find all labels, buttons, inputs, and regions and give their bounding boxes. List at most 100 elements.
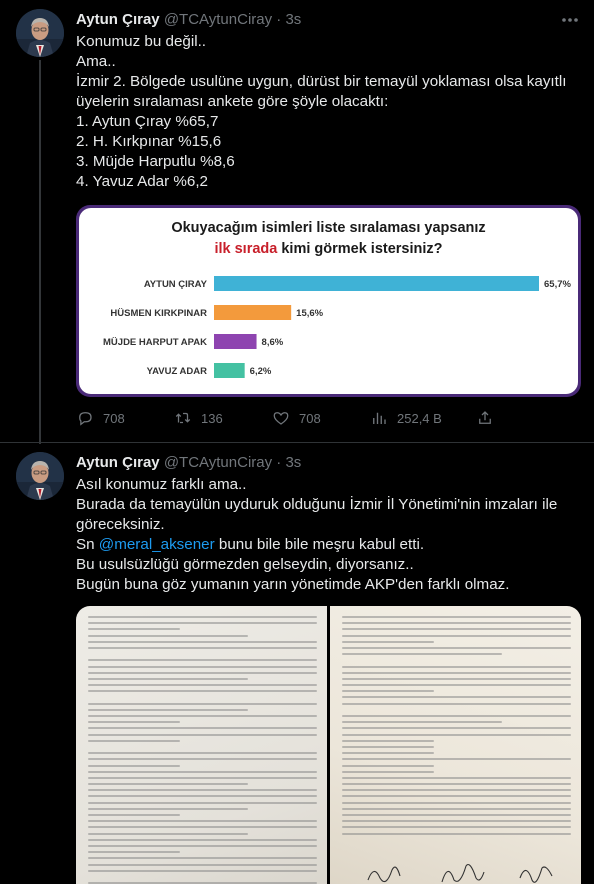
document-line	[342, 814, 571, 816]
timestamp[interactable]: 3s	[285, 11, 301, 28]
poll-chart-image[interactable]: Okuyacağım isimleri liste sıralaması yap…	[76, 205, 581, 397]
document-line	[88, 764, 180, 767]
document-line	[342, 832, 571, 835]
document-line	[88, 628, 180, 631]
document-line	[342, 677, 571, 680]
tweet-line: Sn @meral_aksener bunu bile bile meşru k…	[76, 535, 580, 555]
tweet-line: Bugün buna göz yumanın yarın yönetimde A…	[76, 576, 510, 593]
document-line	[342, 807, 571, 810]
document-line	[88, 634, 249, 637]
tweet-line: İzmir 2. Bölgede usulüne uygun, dürüst b…	[76, 73, 567, 90]
document-line	[88, 665, 317, 668]
document-line	[342, 770, 434, 773]
tweet-text: Konumuz bu değil.. Ama.. İzmir 2. Bölged…	[76, 32, 580, 192]
document-line	[88, 752, 317, 755]
tweet-line: Konumuz bu değil..	[76, 33, 207, 50]
document-line	[342, 795, 571, 798]
tweet-line: 3. Müjde Harputlu %8,6	[76, 153, 235, 170]
avatar-photo-icon	[16, 9, 64, 57]
document-line	[342, 696, 571, 699]
document-line	[342, 665, 571, 668]
document-line	[342, 752, 434, 755]
document-line	[342, 727, 571, 730]
timestamp[interactable]: 3s	[285, 454, 301, 471]
document-line	[88, 677, 249, 680]
category-label: AYTUN ÇIRAY	[144, 279, 208, 290]
document-line	[88, 844, 317, 847]
share-button[interactable]	[476, 409, 503, 427]
value-label: 15,6%	[296, 308, 323, 319]
document-line	[88, 826, 317, 829]
document-line	[88, 814, 180, 816]
value-label: 65,7%	[544, 279, 571, 290]
author-handle[interactable]: @TCAytunCiray	[164, 11, 272, 28]
like-count: 708	[299, 410, 321, 426]
document-line	[88, 659, 317, 662]
document-page-right[interactable]	[330, 606, 581, 884]
document-line	[342, 820, 571, 823]
bar	[214, 363, 245, 378]
separator-dot: ·	[276, 454, 282, 471]
mention-prefix: Sn	[76, 536, 99, 553]
document-line	[88, 727, 317, 730]
tweet-1[interactable]: Aytun Çıray @TCAytunCiray · 3s Konumuz b…	[0, 0, 594, 444]
document-line	[342, 733, 571, 736]
chart-title-rest: kimi görmek istersiniz?	[277, 241, 443, 257]
avatar[interactable]	[16, 9, 64, 57]
author-handle[interactable]: @TCAytunCiray	[164, 454, 272, 471]
document-line	[88, 646, 317, 649]
tweet-line: göreceksiniz.	[76, 516, 165, 533]
tweet-line: Asıl konumuz farklı ama..	[76, 476, 247, 493]
document-line	[88, 684, 317, 687]
document-line	[88, 616, 317, 618]
document-line	[342, 745, 434, 748]
tweet-line: Burada da temayülün uyduruk olduğunu İzm…	[76, 496, 558, 513]
document-text-lines	[342, 616, 571, 839]
document-line	[342, 690, 434, 693]
author-name[interactable]: Aytun Çıray	[76, 454, 160, 471]
heart-icon	[273, 412, 289, 425]
tweet-line: Ama..	[76, 53, 116, 70]
document-line	[342, 783, 571, 786]
more-options-icon[interactable]	[560, 12, 580, 28]
like-button[interactable]: 708	[272, 409, 321, 427]
author-name[interactable]: Aytun Çıray	[76, 11, 160, 28]
tweet-text: Asıl konumuz farklı ama.. Burada da tema…	[76, 475, 580, 595]
document-text-lines	[88, 616, 317, 884]
bar	[214, 276, 539, 291]
document-line	[342, 801, 571, 804]
document-line	[342, 739, 434, 742]
document-images[interactable]	[76, 606, 581, 884]
reply-icon	[79, 412, 92, 426]
document-line	[88, 801, 317, 804]
document-line	[342, 764, 434, 767]
document-line	[88, 863, 317, 866]
document-line	[342, 702, 571, 705]
document-line	[88, 770, 317, 773]
chart-title-line2: ilk sırada kimi görmek istersiniz?	[79, 241, 578, 257]
document-line	[88, 702, 317, 705]
document-line	[342, 776, 571, 779]
tweet-action-bar: 708 136 708 252,4 B	[76, 405, 580, 435]
signatures-graphic	[367, 863, 553, 883]
share-icon	[479, 411, 491, 424]
document-line	[88, 838, 317, 841]
reply-button[interactable]: 708	[76, 409, 125, 427]
tweet-2[interactable]: Aytun Çıray @TCAytunCiray · 3s Asıl konu…	[0, 442, 594, 884]
mention-link[interactable]: @meral_aksener	[99, 536, 215, 553]
retweet-button[interactable]: 136	[174, 409, 223, 427]
bar	[214, 334, 257, 349]
views-button[interactable]: 252,4 B	[370, 409, 442, 427]
document-line	[342, 758, 571, 761]
document-line	[88, 783, 249, 786]
document-line	[342, 653, 503, 656]
document-line	[88, 715, 317, 717]
tweet-line: 1. Aytun Çıray %65,7	[76, 113, 219, 130]
avatar[interactable]	[16, 452, 64, 500]
document-line	[88, 807, 249, 810]
avatar-photo-icon	[16, 452, 64, 500]
document-page-left[interactable]	[76, 606, 327, 884]
